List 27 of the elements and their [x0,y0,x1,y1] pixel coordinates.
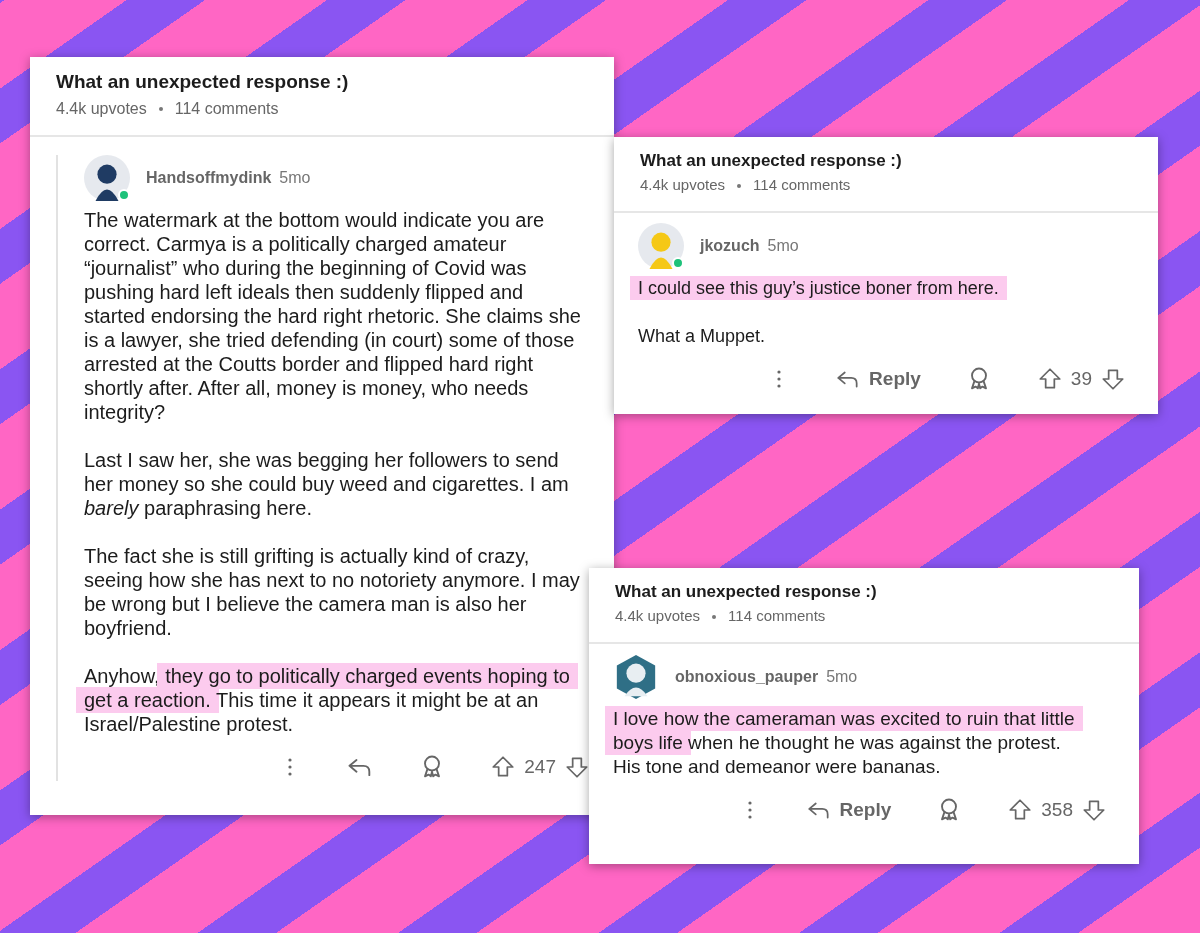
comment-text: Last I saw her, she was begging her followers to send her money so she could buy weed and cigarettes. I am barely paraphrasing here. [83,447,570,521]
username[interactable]: obnoxious_pauper [675,664,819,689]
username[interactable]: Handsoffmydink [146,165,272,190]
comment-text: The watermark at the bottom would indicate you are correct. Carmya is a politically charged amateur “journalist” who during the beginning of Covid was pushing hard left ideals then suddenly flipped and started endorsing the hard right rhetoric. She claims she is a lawyer, she tried defending (in court) some of those arrested at the Coutts border and flipped hard right shortly after. After all, money is money, who needs integrity? [83,207,582,425]
upvote-count: 4.4k upvotes [56,98,147,119]
upvote-count: 4.4k upvotes [615,606,701,627]
reply-button[interactable]: Reply [835,364,921,394]
separator-dot [737,183,742,188]
username[interactable]: jkozuch [700,233,760,258]
post-title: What an unexpected response :) [615,582,878,603]
reply-button[interactable]: Reply [805,795,892,825]
vote-score: 247 [524,754,556,779]
upvote-count: 4.4k upvotes [640,175,726,196]
comment-count: 114 comments [728,606,826,627]
separator-dot [158,106,163,111]
post-title: What an unexpected response :) [56,71,350,94]
comment-age: 5mo [767,235,799,256]
comment-count: 114 comments [753,175,851,196]
vote-score: 358 [1041,797,1073,822]
comment-age: 5mo [279,167,311,188]
separator-dot [712,614,717,619]
post-title: What an unexpected response :) [640,151,903,172]
comment-count: 114 comments [174,98,279,119]
vote-score: 39 [1070,366,1092,391]
comment-text: What a Muppet. [637,324,767,348]
comment-age: 5mo [826,666,858,687]
comment-text: The fact she is still grifting is actually kind of crazy, seeing how she has next to no notoriety anymore. I may be wrong but I believe the camera man is also her boyfriend. [83,543,581,641]
